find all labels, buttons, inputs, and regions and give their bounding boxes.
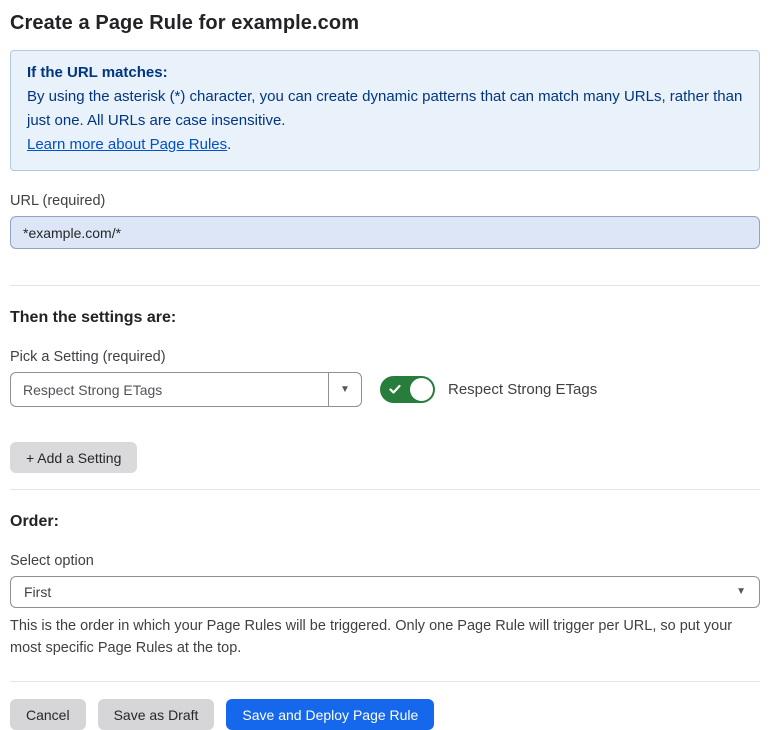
form-actions: Cancel Save as Draft Save and Deploy Pag… [10,699,760,730]
cancel-button[interactable]: Cancel [10,699,86,730]
url-match-info-box: If the URL matches: By using the asteris… [10,50,760,171]
setting-row: Respect Strong ETags ▼ Respect Strong ET… [10,372,760,407]
url-field-label: URL (required) [10,193,760,209]
info-box-body: By using the asterisk (*) character, you… [27,85,743,133]
add-setting-button[interactable]: + Add a Setting [10,442,137,473]
order-help-text: This is the order in which your Page Rul… [10,615,750,659]
order-select-label: Select option [10,553,760,569]
page-rule-form: Create a Page Rule for example.com If th… [0,0,769,730]
section-divider [10,489,760,490]
learn-more-link[interactable]: Learn more about Page Rules [27,136,227,153]
order-select-value: First [24,584,51,600]
setting-select-value: Respect Strong ETags [11,373,328,406]
save-and-deploy-button[interactable]: Save and Deploy Page Rule [226,699,434,730]
settings-section-heading: Then the settings are: [10,309,760,327]
order-section-heading: Order: [10,513,760,531]
check-icon [389,384,401,395]
chevron-down-icon: ▼ [340,385,350,395]
page-title: Create a Page Rule for example.com [10,12,760,35]
pick-setting-label: Pick a Setting (required) [10,349,760,365]
link-period: . [227,136,231,153]
chevron-down-icon: ▼ [736,587,746,597]
save-as-draft-button[interactable]: Save as Draft [98,699,215,730]
section-divider [10,681,760,682]
section-divider [10,285,760,286]
setting-select[interactable]: Respect Strong ETags ▼ [10,372,362,407]
setting-select-arrow-button[interactable]: ▼ [328,373,361,406]
toggle-label: Respect Strong ETags [448,381,597,398]
url-input[interactable] [10,216,760,249]
info-box-link-line: Learn more about Page Rules. [27,133,743,157]
toggle-knob [410,378,433,401]
info-box-heading: If the URL matches: [27,61,743,85]
order-select[interactable]: First ▼ [10,576,760,608]
respect-strong-etags-toggle[interactable] [380,376,435,403]
